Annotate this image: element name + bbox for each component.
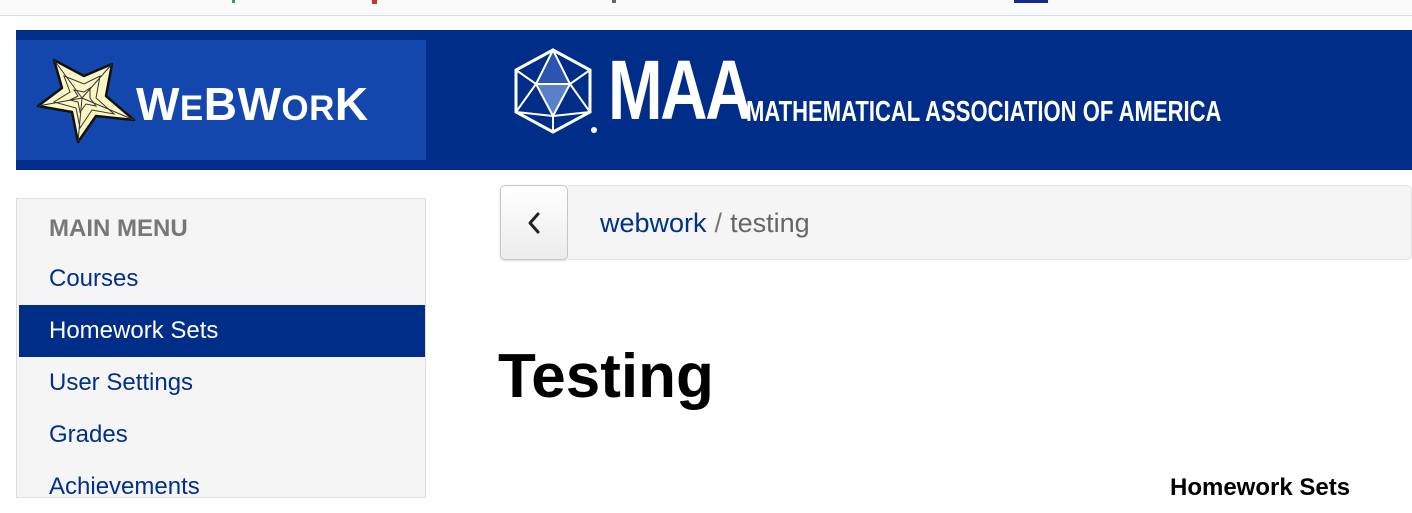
chevron-left-icon [528, 212, 540, 233]
webwork-logo[interactable]: WEBWORK [16, 40, 426, 160]
sidebar-item-grades[interactable]: Grades [19, 409, 425, 461]
page-title: Testing [498, 342, 714, 411]
breadcrumb-current: testing [730, 208, 810, 238]
toolbar-fragment [612, 0, 616, 3]
browser-top-strip [0, 0, 1412, 16]
maa-icosahedron-icon [514, 47, 597, 134]
breadcrumb-separator: / [714, 208, 723, 238]
main-menu-sidebar: MAIN MENU Courses Homework Sets User Set… [16, 198, 426, 500]
back-button[interactable] [500, 185, 568, 260]
section-heading: Homework Sets [1170, 474, 1351, 501]
webwork-logo-text: WEBWORK [136, 76, 386, 143]
maa-full-name: MATHEMATICAL ASSOCIATION OF AMERICA [746, 96, 1222, 128]
maa-acronym: MAA [608, 43, 753, 137]
webwork-star-icon [36, 58, 136, 144]
sidebar-item-user-settings[interactable]: User Settings [19, 357, 425, 409]
sidebar-item-courses[interactable]: Courses [19, 253, 425, 305]
sidebar-item-achievements[interactable]: Achievements [19, 461, 425, 513]
sidebar-item-homework-sets[interactable]: Homework Sets [19, 305, 425, 357]
breadcrumb-link-webwork[interactable]: webwork [600, 208, 707, 238]
toolbar-fragment [232, 0, 235, 3]
svg-text:WEBWORK: WEBWORK [136, 78, 369, 130]
breadcrumb: webwork / testing [568, 185, 1412, 260]
toolbar-fragment [372, 0, 377, 4]
webwork-wordmark: WEBWORK [136, 78, 369, 130]
main-menu-title: MAIN MENU [49, 215, 188, 242]
toolbar-fragment [1014, 0, 1048, 3]
site-banner: WEBWORK MAA MATHEMATICAL ASSOCIATION OF … [16, 30, 1412, 170]
